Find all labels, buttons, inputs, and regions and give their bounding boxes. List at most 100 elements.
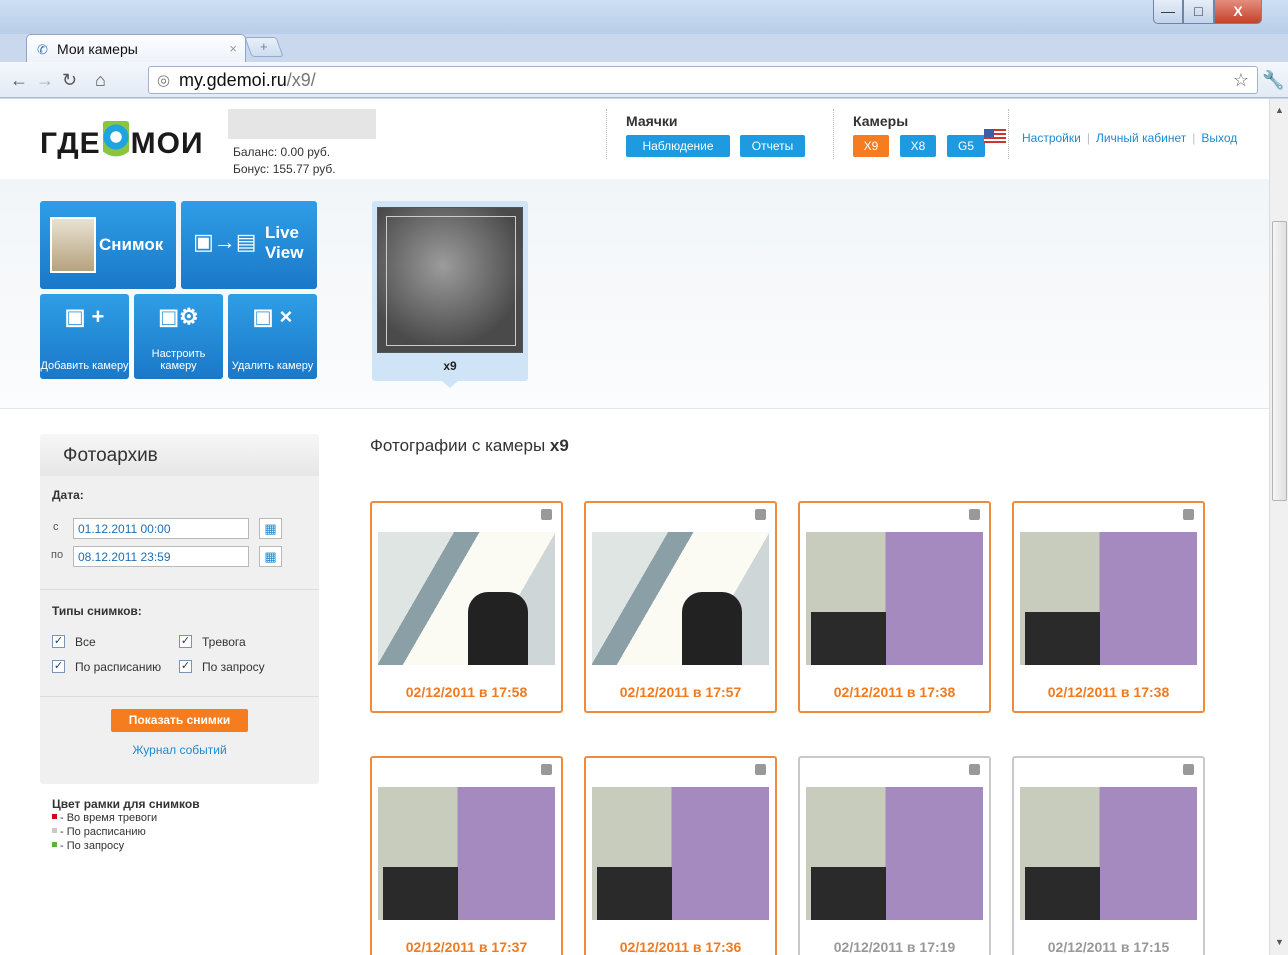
date-to-input[interactable]: 08.12.2011 23:59 (73, 546, 249, 567)
date-from-label: с (53, 521, 59, 533)
logo-text-left: ГДЕ (40, 127, 101, 160)
legend-item-label: - По расписанию (60, 826, 146, 838)
back-arrow-icon[interactable]: ← (10, 70, 28, 91)
frame-color-legend: Цвет рамки для снимков - Во время тревог… (52, 797, 200, 853)
trash-icon[interactable] (541, 764, 552, 775)
divider (1008, 109, 1009, 159)
scrollbar-thumb[interactable] (1272, 221, 1287, 501)
calendar-to-icon[interactable]: ▦ (259, 546, 282, 567)
photo-image (806, 532, 983, 665)
legend-swatch-request (52, 842, 57, 847)
photo-datetime: 02/12/2011 в 17:37 (405, 939, 528, 955)
trash-icon[interactable] (969, 764, 980, 775)
browser-tab-active[interactable]: ✆ Мои камеры × (26, 34, 246, 62)
camera-thumbnail (377, 207, 523, 353)
scroll-down-icon[interactable]: ▼ (1275, 937, 1284, 947)
legend-item-schedule: - По расписанию (52, 825, 200, 839)
reload-icon[interactable]: ↻ (62, 70, 77, 91)
new-tab-button[interactable]: + (244, 37, 284, 57)
beacons-watch-button[interactable]: Наблюдение (626, 135, 730, 157)
delete-camera-label: Удалить камеру (231, 360, 314, 372)
scroll-up-icon[interactable]: ▲ (1275, 105, 1284, 115)
settings-link[interactable]: Настройки (1022, 131, 1081, 145)
event-log-link[interactable]: Журнал событий (40, 743, 319, 757)
photo-card[interactable]: 02/12/2011 в 17:38 (1012, 501, 1205, 713)
forward-arrow-icon[interactable]: → (36, 70, 54, 91)
divider (40, 696, 319, 697)
trash-icon[interactable] (1183, 509, 1194, 520)
wrench-icon[interactable]: 🔧 (1262, 70, 1284, 91)
photo-card[interactable]: 02/12/2011 в 17:19 (798, 756, 991, 955)
trash-icon[interactable] (1183, 764, 1194, 775)
trash-icon[interactable] (755, 764, 766, 775)
account-link[interactable]: Личный кабинет (1096, 131, 1186, 145)
us-flag-icon[interactable] (984, 129, 1006, 143)
photo-image (806, 787, 983, 920)
camera-g5-button[interactable]: G5 (947, 135, 985, 157)
show-photos-button[interactable]: Показать снимки (111, 709, 248, 732)
calendar-from-icon[interactable]: ▦ (259, 518, 282, 539)
checkbox-schedule[interactable]: ✓ (52, 660, 65, 673)
tab-close-icon[interactable]: × (229, 41, 237, 56)
camera-x9-button[interactable]: X9 (853, 135, 889, 157)
photo-card[interactable]: 02/12/2011 в 17:36 (584, 756, 777, 955)
photo-image (378, 532, 555, 665)
snapshot-tile[interactable]: Снимок (40, 201, 176, 289)
add-camera-tile[interactable]: ▣ + Добавить камеру (40, 294, 129, 379)
address-bar[interactable]: ◎ my.gdemoi.ru/x9/ ☆ (148, 66, 1258, 94)
divider (833, 109, 834, 159)
camera-card-x9[interactable]: x9 (372, 201, 528, 388)
checkbox-request[interactable]: ✓ (179, 660, 192, 673)
photo-datetime: 02/12/2011 в 17:38 (1047, 684, 1170, 700)
logo-pin-icon (102, 121, 129, 161)
link-separator: | (1086, 131, 1090, 145)
snapshot-label: Снимок (99, 235, 164, 254)
photo-card[interactable]: 02/12/2011 в 17:58 (370, 501, 563, 713)
photo-card[interactable]: 02/12/2011 в 17:15 (1012, 756, 1205, 955)
setup-camera-tile[interactable]: ▣⚙ Настроить камеру (134, 294, 223, 379)
beacons-reports-button[interactable]: Отчеты (740, 135, 805, 157)
setup-camera-label: Настроить камеру (151, 348, 206, 372)
trash-icon[interactable] (969, 509, 980, 520)
close-window-button[interactable]: X (1214, 0, 1262, 24)
logout-link[interactable]: Выход (1201, 131, 1237, 145)
checkbox-request-label: По запросу (202, 660, 265, 674)
trash-icon[interactable] (755, 509, 766, 520)
photo-datetime: 02/12/2011 в 17:19 (833, 939, 956, 955)
checkbox-all[interactable]: ✓ (52, 635, 65, 648)
date-from-input[interactable]: 01.12.2011 00:00 (73, 518, 249, 539)
account-balance: Баланс: 0.00 руб. Бонус: 155.77 руб. (233, 144, 336, 178)
url-path: /x9/ (286, 70, 316, 90)
camera-x8-button[interactable]: X8 (900, 135, 936, 157)
checkbox-alarm-label: Тревога (202, 635, 246, 649)
cameras-title: Камеры (853, 113, 909, 129)
url-text: my.gdemoi.ru/x9/ (179, 70, 316, 91)
camera-settings-icon: ▣⚙ (158, 304, 199, 329)
date-label: Дата: (52, 488, 84, 502)
photo-archive-panel: Фотоархив Дата: с 01.12.2011 00:00 ▦ по … (40, 434, 319, 784)
bookmark-star-icon[interactable]: ☆ (1233, 70, 1249, 91)
trash-icon[interactable] (541, 509, 552, 520)
divider (40, 589, 319, 590)
maximize-button[interactable]: □ (1183, 0, 1214, 24)
legend-item-request: - По запросу (52, 839, 200, 853)
delete-camera-tile[interactable]: ▣ × Удалить камеру (228, 294, 317, 379)
minimize-button[interactable]: — (1153, 0, 1183, 24)
page-icon: ◎ (157, 72, 171, 89)
legend-item-alarm: - Во время тревоги (52, 811, 200, 825)
photo-card[interactable]: 02/12/2011 в 17:37 (370, 756, 563, 955)
legend-swatch-alarm (52, 814, 57, 819)
vertical-scrollbar[interactable]: ▲ ▼ (1269, 99, 1288, 955)
live-view-tile[interactable]: ▣→▤ Live View (181, 201, 317, 289)
add-camera-label: Добавить камеру (40, 360, 129, 372)
photo-card[interactable]: 02/12/2011 в 17:57 (584, 501, 777, 713)
site-logo[interactable]: ГДЕ МОИ (40, 121, 204, 161)
home-icon[interactable]: ⌂ (95, 70, 106, 91)
checkbox-alarm[interactable]: ✓ (179, 635, 192, 648)
photo-datetime: 02/12/2011 в 17:36 (619, 939, 742, 955)
photo-card[interactable]: 02/12/2011 в 17:38 (798, 501, 991, 713)
beacons-title: Маячки (626, 113, 678, 129)
date-to-label: по (51, 549, 64, 561)
legend-swatch-schedule (52, 828, 57, 833)
legend-item-label: - По запросу (60, 840, 125, 852)
